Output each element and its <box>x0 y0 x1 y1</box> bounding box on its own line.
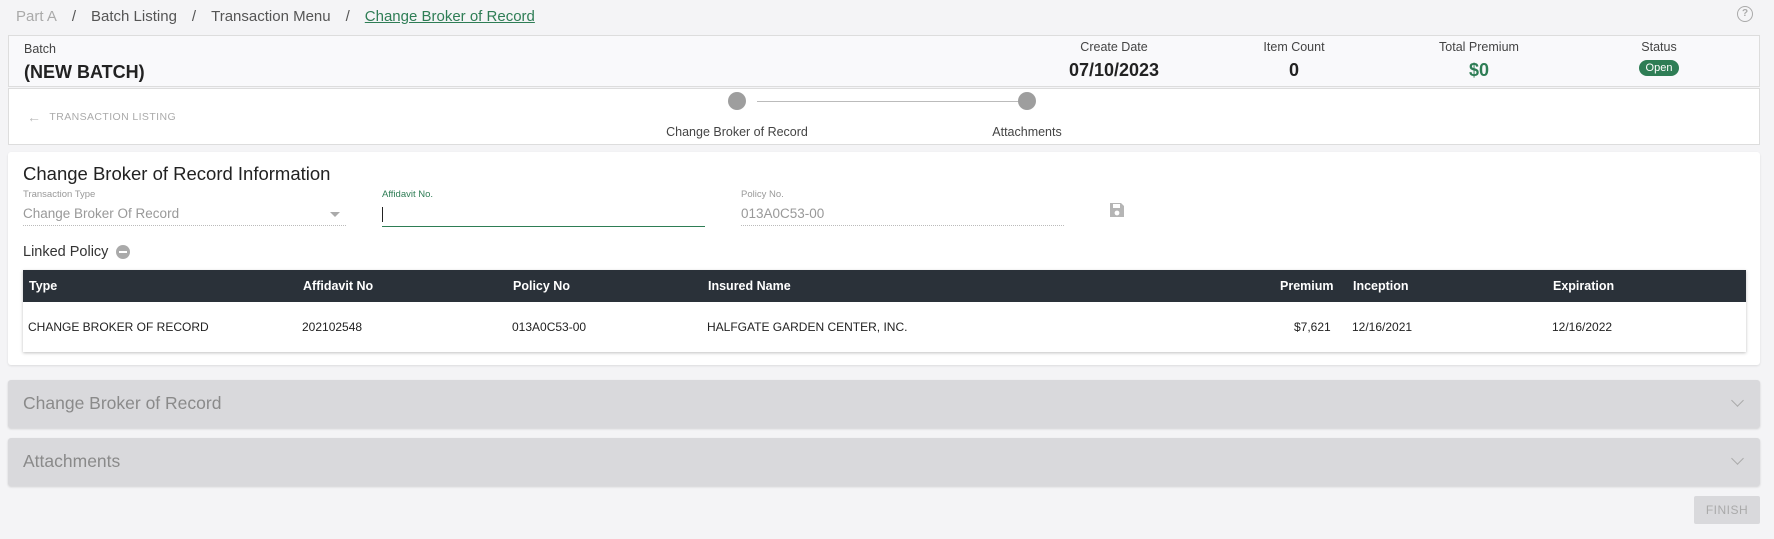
col-affidavit: Affidavit No <box>303 279 374 293</box>
transaction-type-value: Change Broker Of Record <box>23 206 180 221</box>
transaction-type-label: Transaction Type <box>23 189 96 200</box>
col-policy: Policy No <box>513 279 570 293</box>
total-premium-value: $0 <box>1468 60 1490 80</box>
save-icon[interactable] <box>1108 201 1126 219</box>
total-premium-label: Total Premium <box>1439 40 1519 54</box>
col-expiration: Expiration <box>1553 279 1615 293</box>
accordion-title: Change Broker of Record <box>23 393 222 413</box>
breadcrumb-separator: / <box>71 8 77 25</box>
col-inception: Inception <box>1353 279 1409 293</box>
policy-value: 013A0C53-00 <box>741 206 825 221</box>
chevron-down-icon <box>1731 394 1744 407</box>
arrow-left-icon: ← <box>27 109 42 125</box>
policy-field: Policy No. 013A0C53-00 <box>741 189 1064 226</box>
step-1-label[interactable]: Change Broker of Record <box>666 125 808 139</box>
linked-policy-label: Linked Policy <box>23 244 109 260</box>
table-row[interactable]: CHANGE BROKER OF RECORD 202102548 013A0C… <box>23 302 1746 352</box>
cell-insured: HALFGATE GARDEN CENTER, INC. <box>707 320 908 334</box>
policy-label: Policy No. <box>741 189 784 200</box>
stepper-panel: ← TRANSACTION LISTING Change Broker of R… <box>8 88 1760 145</box>
change-broker-info-card: Change Broker of Record Information Tran… <box>8 152 1760 365</box>
cell-expiration: 12/16/2022 <box>1552 320 1613 334</box>
back-label: TRANSACTION LISTING <box>49 111 177 123</box>
step-2-dot[interactable] <box>1018 92 1036 110</box>
step-2-label[interactable]: Attachments <box>992 125 1061 139</box>
breadcrumb-separator: / <box>191 8 197 25</box>
breadcrumb-current[interactable]: Change Broker of Record <box>365 8 535 25</box>
remove-icon[interactable] <box>116 245 131 259</box>
item-count-label: Item Count <box>1263 40 1325 54</box>
accordion-change-broker[interactable]: Change Broker of Record <box>8 380 1760 428</box>
cell-type: CHANGE BROKER OF RECORD <box>28 320 209 334</box>
dropdown-arrow-icon[interactable] <box>330 212 340 217</box>
item-count-value: 0 <box>1288 60 1299 80</box>
breadcrumb-separator: / <box>345 8 350 25</box>
create-date-label: Create Date <box>1080 40 1148 54</box>
batch-label: Batch <box>24 42 56 56</box>
linked-policy-table: Type Affidavit No Policy No Insured Name… <box>23 270 1746 352</box>
linked-policy: Linked Policy <box>23 244 131 260</box>
help-icon[interactable]: ? <box>1737 6 1753 22</box>
breadcrumb-transaction-menu[interactable]: Transaction Menu <box>211 8 331 25</box>
status-badge: Open <box>1638 60 1680 76</box>
text-cursor <box>382 206 383 222</box>
create-date-value: 07/10/2023 <box>1068 60 1160 80</box>
breadcrumb-part-a[interactable]: Part A <box>16 8 57 25</box>
cell-premium: $7,621 <box>1294 320 1331 334</box>
col-premium: Premium <box>1280 279 1334 293</box>
step-1-dot[interactable] <box>728 92 746 110</box>
accordion-attachments[interactable]: Attachments <box>8 438 1760 486</box>
breadcrumb: Part A / Batch Listing / Transaction Men… <box>16 8 535 25</box>
batch-summary-panel: Batch (NEW BATCH) Create Date 07/10/2023… <box>8 35 1760 87</box>
cell-policy: 013A0C53-00 <box>512 320 587 334</box>
status-label: Status <box>1641 40 1677 54</box>
cell-affidavit: 202102548 <box>302 320 363 334</box>
chevron-down-icon <box>1731 452 1744 465</box>
batch-name: (NEW BATCH) <box>24 62 145 82</box>
accordion-title: Attachments <box>23 451 121 471</box>
cell-inception: 12/16/2021 <box>1352 320 1413 334</box>
transaction-type-field[interactable]: Transaction Type Change Broker Of Record <box>23 189 346 226</box>
breadcrumb-batch-listing[interactable]: Batch Listing <box>91 8 177 25</box>
col-insured: Insured Name <box>708 279 791 293</box>
step-connector <box>757 101 1019 102</box>
col-type: Type <box>29 279 58 293</box>
affidavit-field[interactable]: Affidavit No. <box>382 189 705 227</box>
section-title: Change Broker of Record Information <box>23 163 331 184</box>
table-header: Type Affidavit No Policy No Insured Name… <box>23 270 1746 302</box>
finish-button[interactable]: FINISH <box>1694 496 1760 524</box>
affidavit-label: Affidavit No. <box>382 189 434 200</box>
back-to-transaction-listing[interactable]: ← TRANSACTION LISTING <box>27 109 176 125</box>
